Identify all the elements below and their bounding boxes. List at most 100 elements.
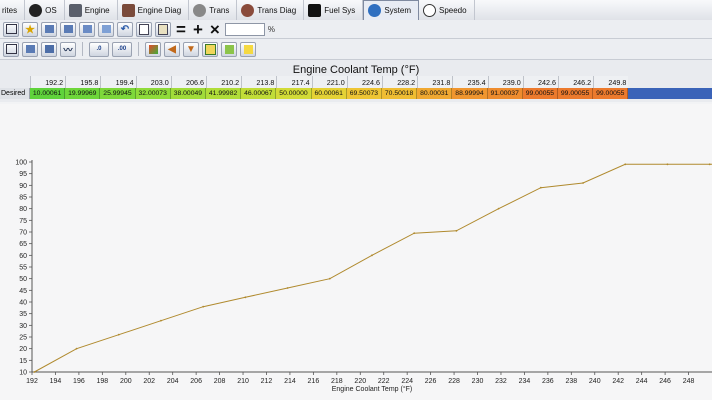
table-cell[interactable]: 99.00055 (558, 88, 594, 99)
smooth-button[interactable] (145, 41, 161, 57)
table-view-button[interactable] (3, 21, 19, 37)
decimal-decrease-button[interactable]: .00 (112, 41, 132, 57)
tab-speedo[interactable]: Speedo (419, 0, 475, 20)
column-header[interactable]: 239.0 (487, 76, 523, 88)
x-tick-label: 230 (472, 378, 484, 385)
column-header[interactable]: 246.2 (558, 76, 594, 88)
compare-icon (82, 25, 92, 33)
column-header[interactable]: 213.8 (241, 76, 277, 88)
data-point (539, 186, 542, 189)
row-label: Desired (0, 88, 30, 99)
column-header[interactable]: 224.6 (346, 76, 382, 88)
speedometer-icon (422, 3, 436, 17)
column-header[interactable]: 195.8 (65, 76, 101, 88)
y-tick-label: 95 (19, 171, 27, 178)
tab-label: rites (2, 5, 18, 15)
data-point (708, 163, 711, 166)
column-header[interactable]: 235.4 (452, 76, 488, 88)
column-header[interactable]: 210.2 (206, 76, 242, 88)
tab-label: System (384, 6, 411, 15)
plus-button[interactable]: + (191, 21, 205, 38)
table-cell[interactable]: 99.00055 (522, 88, 558, 99)
export-button[interactable] (60, 21, 76, 37)
y-tick-label: 60 (19, 253, 27, 260)
graph-view-button[interactable]: 〰 (60, 41, 76, 57)
table-layout-button[interactable] (3, 41, 19, 57)
table-cell[interactable]: 80.00031 (417, 88, 453, 99)
copy-table-button[interactable] (98, 21, 114, 37)
tab-trans[interactable]: Trans (189, 0, 238, 20)
compare-button[interactable] (79, 21, 95, 37)
paste-button[interactable] (155, 21, 171, 37)
column-header[interactable]: 199.4 (100, 76, 136, 88)
tab-rites[interactable]: rites (0, 0, 26, 20)
x-tick-label: 232 (495, 378, 507, 385)
row-selection-fill (628, 88, 712, 99)
table-cell[interactable]: 10.00061 (30, 88, 66, 99)
column-header[interactable]: 192.2 (30, 76, 66, 88)
grid-layout-button[interactable] (22, 41, 38, 57)
table-panel: Engine Coolant Temp (°F) 192.2 195.8 199.4… (0, 60, 712, 102)
interpolate-all-button[interactable] (202, 41, 218, 57)
column-header[interactable]: 206.6 (170, 76, 206, 88)
table-cell[interactable]: 99.00055 (593, 88, 629, 99)
decimal-increase-button[interactable]: .0 (89, 41, 109, 57)
tab-engine[interactable]: Engine (65, 0, 118, 20)
line-graph-icon: 〰 (63, 44, 73, 55)
multiply-button[interactable]: × (208, 21, 222, 38)
table-cell[interactable]: 25.99945 (100, 88, 136, 99)
favorite-button[interactable]: ★ (22, 21, 38, 37)
grid-icon (25, 45, 35, 53)
tab-system[interactable]: System (363, 0, 419, 20)
column-header[interactable]: 242.6 (522, 76, 558, 88)
x-tick-label: 244 (636, 378, 648, 385)
y-tick-label: 20 (19, 346, 27, 353)
gear-diag-icon (241, 3, 255, 17)
table-cell[interactable]: 19.99969 (65, 88, 101, 99)
table-cell[interactable]: 60.00061 (311, 88, 347, 99)
column-header[interactable]: 221.0 (311, 76, 347, 88)
tab-fuel-sys[interactable]: Fuel Sys (304, 0, 364, 20)
globe-icon (368, 4, 382, 17)
table-cell[interactable]: 91.00037 (487, 88, 523, 99)
copy-button[interactable] (136, 21, 152, 37)
x-tick-label: 200 (120, 378, 132, 385)
chip-icon (29, 3, 43, 17)
tab-engine-diag[interactable]: Engine Diag (118, 0, 190, 20)
column-header[interactable]: 231.8 (417, 76, 453, 88)
table-cell[interactable]: 38.00049 (170, 88, 206, 99)
import-button[interactable] (41, 21, 57, 37)
interpolate-down-button[interactable]: ▼ (183, 41, 199, 57)
interpolate-left-button[interactable]: ◀ (164, 41, 180, 57)
data-point (117, 333, 120, 336)
undo-button[interactable]: ↶ (117, 21, 133, 37)
equals-button[interactable]: = (174, 21, 188, 38)
table-cell[interactable]: 46.00067 (241, 88, 277, 99)
column-header[interactable]: 249.8 (593, 76, 629, 88)
smooth-icon (148, 44, 158, 54)
x-tick-label: 210 (237, 378, 249, 385)
tab-os[interactable]: OS (25, 0, 65, 20)
column-header[interactable]: 203.0 (135, 76, 171, 88)
data-point (582, 182, 584, 184)
undo-icon: ↶ (120, 23, 130, 35)
fill-button[interactable] (221, 41, 237, 57)
line-chart: 10 15 20 25 30 35 40 45 50 55 60 65 70 75 80 85 90 95 100 1… (15, 160, 712, 393)
tab-bar: rites OS Engine Engine Diag Trans Trans … (0, 0, 712, 21)
table-cell[interactable]: 88.99994 (452, 88, 488, 99)
tab-trans-diag[interactable]: Trans Diag (237, 0, 305, 20)
table-cell[interactable]: 32.00073 (135, 88, 171, 99)
x-tick-label: 192 (26, 378, 38, 385)
column-header[interactable]: 217.4 (276, 76, 312, 88)
column-header[interactable]: 228.2 (382, 76, 418, 88)
operation-value-input[interactable] (224, 22, 265, 36)
highlight-button[interactable] (240, 41, 256, 57)
table-cell[interactable]: 41.99982 (206, 88, 242, 99)
table-cell[interactable]: 50.00000 (276, 88, 312, 99)
table-cell[interactable]: 70.50018 (382, 88, 418, 99)
table-cell[interactable]: 69.50073 (346, 88, 382, 99)
grid-view-button[interactable] (41, 41, 57, 57)
x-tick-label: 242 (612, 378, 624, 385)
data-point (202, 305, 205, 308)
y-tick-label: 45 (19, 288, 27, 295)
